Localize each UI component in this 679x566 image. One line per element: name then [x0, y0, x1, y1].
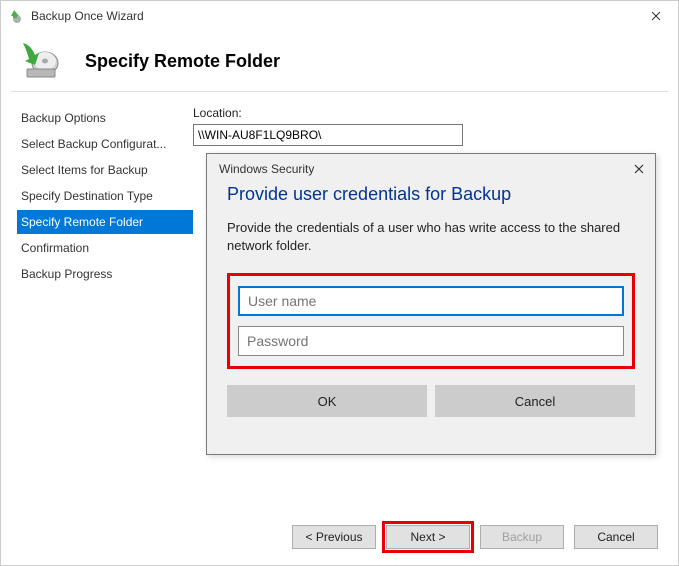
dialog-titlebar: Windows Security: [207, 154, 655, 184]
password-input[interactable]: [238, 326, 624, 356]
backup-icon: [19, 41, 59, 81]
sidebar-item-backup-options[interactable]: Backup Options: [17, 106, 193, 130]
page-title: Specify Remote Folder: [85, 51, 280, 72]
previous-button[interactable]: < Previous: [292, 525, 376, 549]
credentials-dialog: Windows Security Provide user credential…: [206, 153, 656, 455]
page-header: Specify Remote Folder: [1, 31, 678, 91]
sidebar-item-select-config[interactable]: Select Backup Configurat...: [17, 132, 193, 156]
sidebar-item-progress[interactable]: Backup Progress: [17, 262, 193, 286]
location-label: Location:: [193, 106, 658, 120]
dialog-ok-button[interactable]: OK: [227, 385, 427, 417]
sidebar-item-remote-folder[interactable]: Specify Remote Folder: [17, 210, 193, 234]
wizard-footer: < Previous Next > Backup Cancel: [292, 525, 658, 549]
window-titlebar: Backup Once Wizard: [1, 1, 678, 31]
app-icon: [9, 8, 25, 24]
dialog-cancel-button[interactable]: Cancel: [435, 385, 635, 417]
window-title: Backup Once Wizard: [31, 9, 144, 23]
sidebar-item-select-items[interactable]: Select Items for Backup: [17, 158, 193, 182]
next-button[interactable]: Next >: [386, 525, 470, 549]
close-icon: [634, 164, 644, 174]
location-input[interactable]: [193, 124, 463, 146]
dialog-text: Provide the credentials of a user who ha…: [227, 219, 635, 255]
wizard-sidebar: Backup Options Select Backup Configurat.…: [1, 92, 193, 492]
dialog-title: Windows Security: [219, 162, 314, 176]
sidebar-item-confirmation[interactable]: Confirmation: [17, 236, 193, 260]
cancel-button[interactable]: Cancel: [574, 525, 658, 549]
sidebar-item-destination-type[interactable]: Specify Destination Type: [17, 184, 193, 208]
backup-button: Backup: [480, 525, 564, 549]
window-close-button[interactable]: [634, 1, 678, 31]
dialog-fields-highlight: [227, 273, 635, 369]
username-input[interactable]: [238, 286, 624, 316]
dialog-close-button[interactable]: [629, 159, 649, 179]
close-icon: [651, 11, 661, 21]
dialog-heading: Provide user credentials for Backup: [227, 184, 635, 205]
